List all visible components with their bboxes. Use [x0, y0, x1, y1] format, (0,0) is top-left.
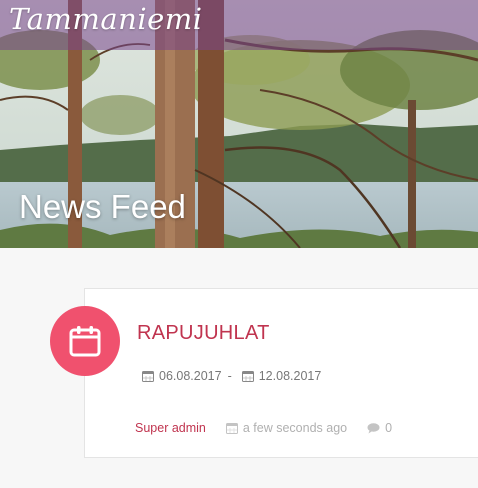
- event-badge: [50, 306, 120, 376]
- site-logo[interactable]: Tammaniemi: [9, 2, 203, 36]
- page-title: News Feed: [19, 188, 186, 225]
- calendar-icon: [241, 371, 254, 382]
- author-link[interactable]: Super admin: [135, 421, 206, 435]
- posted-time: a few seconds ago: [225, 421, 348, 435]
- posted-time-text: a few seconds ago: [242, 421, 348, 435]
- comment-icon: [367, 422, 380, 433]
- calendar-icon: [142, 371, 154, 382]
- comments-link[interactable]: 0: [367, 421, 392, 435]
- event-dates: 06.08.2017 - 12.08.2017: [142, 369, 321, 383]
- event-meta: Super admin a few seconds ago 0: [135, 421, 392, 435]
- event-start-date: 06.08.2017: [159, 369, 222, 383]
- calendar-icon: [69, 326, 101, 357]
- date-separator: -: [227, 369, 232, 383]
- calendar-icon: [225, 423, 238, 434]
- event-title-link[interactable]: RAPUJUHLAT: [137, 322, 270, 345]
- event-end-date: 12.08.2017: [258, 369, 322, 383]
- comment-count: 0: [385, 421, 393, 435]
- hero-banner: Tammaniemi News Feed: [0, 0, 478, 248]
